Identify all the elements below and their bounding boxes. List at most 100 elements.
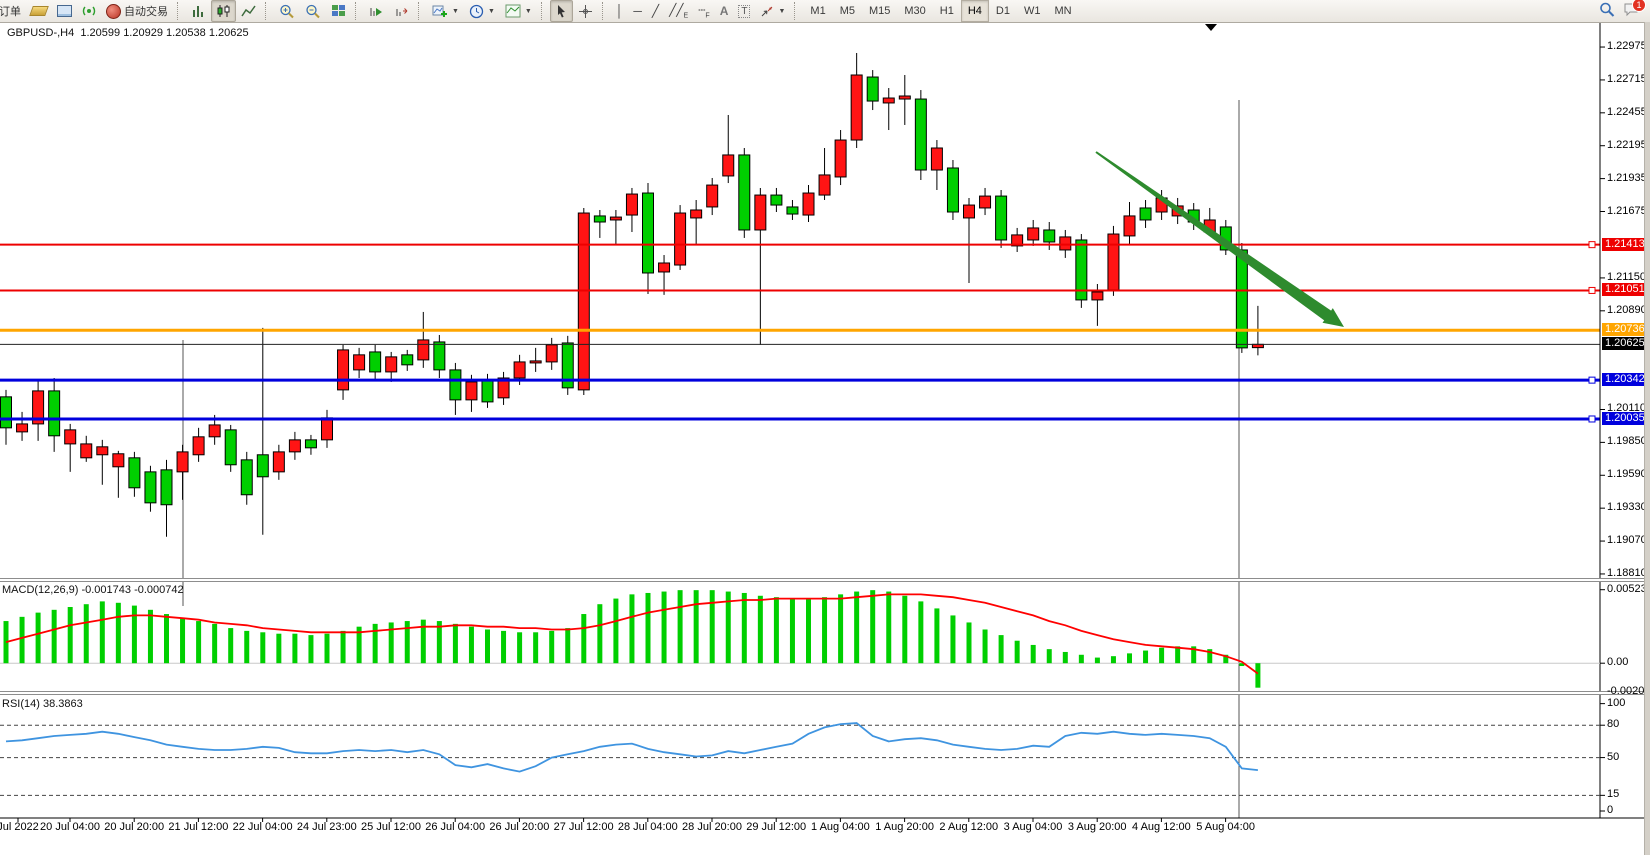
macd-histogram-bar	[790, 599, 795, 664]
trendline-button[interactable]: ╱	[647, 0, 664, 22]
candle-body	[803, 193, 814, 215]
line-drag-handle	[1589, 242, 1595, 248]
line-chart-icon	[241, 4, 256, 18]
candle-body	[145, 472, 156, 503]
macd-histogram-bar	[629, 594, 634, 663]
auto-scroll-button[interactable]	[364, 0, 389, 22]
signals-icon-button[interactable]	[77, 0, 101, 22]
candle-body	[899, 96, 910, 99]
arrows-icon	[760, 5, 774, 18]
line-chart-button[interactable]	[236, 0, 261, 22]
candle-body	[723, 155, 734, 176]
macd-histogram-bar	[1127, 653, 1132, 663]
candle-body	[193, 437, 204, 455]
macd-histogram-bar	[308, 635, 313, 663]
horizontal-line-button[interactable]: ─	[628, 0, 647, 22]
line-drag-handle	[1589, 287, 1595, 293]
chart-canvas[interactable]	[0, 0, 1650, 833]
candle-body	[915, 99, 926, 170]
fibonacci-button[interactable]: ┄F	[693, 0, 715, 22]
timeframe-w1[interactable]: W1	[1017, 0, 1048, 22]
macd-histogram-bar	[164, 614, 169, 663]
candle-body	[65, 430, 76, 444]
timeframe-d1[interactable]: D1	[989, 0, 1017, 22]
macd-histogram-bar	[870, 590, 875, 663]
candle-body	[1092, 292, 1103, 300]
macd-histogram-bar	[678, 590, 683, 663]
macd-histogram-bar	[533, 632, 538, 663]
text-button[interactable]: A	[715, 0, 734, 22]
candle-body	[1108, 234, 1119, 290]
timeframe-mn[interactable]: MN	[1047, 0, 1078, 22]
timeframe-m30[interactable]: M30	[897, 0, 932, 22]
macd-histogram-bar	[100, 601, 105, 663]
terminal-icon-button[interactable]	[52, 0, 77, 22]
macd-histogram-bar	[52, 610, 57, 663]
macd-histogram-bar	[646, 593, 651, 663]
macd-histogram-bar	[886, 592, 891, 664]
bar-chart-button[interactable]	[186, 0, 211, 22]
toolbar-separator	[355, 2, 361, 20]
macd-histogram-bar	[228, 628, 233, 663]
cursor-button[interactable]	[550, 0, 573, 22]
text-label-button[interactable]: T	[733, 0, 755, 22]
search-button[interactable]	[1599, 2, 1615, 21]
main-toolbar: 订单 自动交易 ▼ ▼ ▼	[0, 0, 1650, 23]
trend-arrow-annotation	[1095, 151, 1344, 327]
macd-histogram-bar	[260, 632, 265, 663]
periods-button[interactable]: ▼	[464, 0, 500, 22]
timeframe-m5[interactable]: M5	[833, 0, 862, 22]
candle-body	[418, 340, 429, 360]
notifications-button[interactable]: 1	[1623, 2, 1640, 20]
candle-body	[787, 207, 798, 214]
macd-histogram-bar	[1255, 663, 1260, 687]
crosshair-button[interactable]	[573, 0, 598, 22]
macd-histogram-bar	[694, 590, 699, 663]
candle-body	[1, 397, 12, 428]
candle-body	[113, 454, 124, 467]
macd-histogram-bar	[854, 592, 859, 664]
toolbar-separator	[265, 2, 271, 20]
macd-histogram-bar	[453, 624, 458, 663]
new-chart-button[interactable]: ▼	[427, 0, 464, 22]
timeframe-h4[interactable]: H4	[961, 0, 989, 22]
tile-windows-button[interactable]	[326, 0, 351, 22]
templates-button[interactable]: ▼	[500, 0, 537, 22]
candle-body	[129, 458, 140, 488]
macd-histogram-bar	[1079, 655, 1084, 663]
signal-icon	[82, 4, 96, 18]
macd-histogram-bar	[597, 604, 602, 663]
timeframe-m1[interactable]: M1	[803, 0, 832, 22]
candle-body	[755, 195, 766, 230]
macd-histogram-bar	[950, 615, 955, 663]
candle-body	[354, 355, 365, 370]
chart-shift-icon	[394, 4, 409, 18]
timeframe-m15[interactable]: M15	[862, 0, 897, 22]
candle-body	[161, 470, 172, 505]
candle-body	[883, 98, 894, 103]
chart-shift-marker	[1205, 24, 1217, 31]
candle-body	[97, 447, 108, 455]
chart-window[interactable]: GBPUSD-,H4 1.20599 1.20929 1.20538 1.206…	[0, 22, 1650, 833]
timeframe-h1[interactable]: H1	[933, 0, 961, 22]
tile-windows-icon	[331, 4, 346, 18]
autotrading-label: 自动交易	[124, 3, 168, 19]
candle-body	[578, 213, 589, 390]
candle-body	[225, 430, 236, 465]
zoom-out-button[interactable]	[300, 0, 326, 22]
vertical-line-button[interactable]: │	[611, 0, 629, 22]
gold-icon-button[interactable]	[26, 0, 52, 22]
candlestick-chart-button[interactable]	[211, 0, 236, 22]
new-order-button[interactable]: 订单	[0, 0, 26, 22]
zoom-in-icon	[279, 4, 295, 19]
macd-histogram-bar	[918, 601, 923, 663]
macd-histogram-bar	[822, 597, 827, 663]
macd-histogram-bar	[983, 629, 988, 663]
autotrading-button[interactable]: 自动交易	[101, 0, 173, 22]
chart-shift-button[interactable]	[389, 0, 414, 22]
arrows-button[interactable]: ▼	[755, 0, 790, 22]
zoom-in-button[interactable]	[274, 0, 300, 22]
macd-histogram-bar	[710, 590, 715, 663]
line-drag-handle	[1589, 416, 1595, 422]
equidistant-channel-button[interactable]: ╱╱E	[664, 0, 693, 22]
